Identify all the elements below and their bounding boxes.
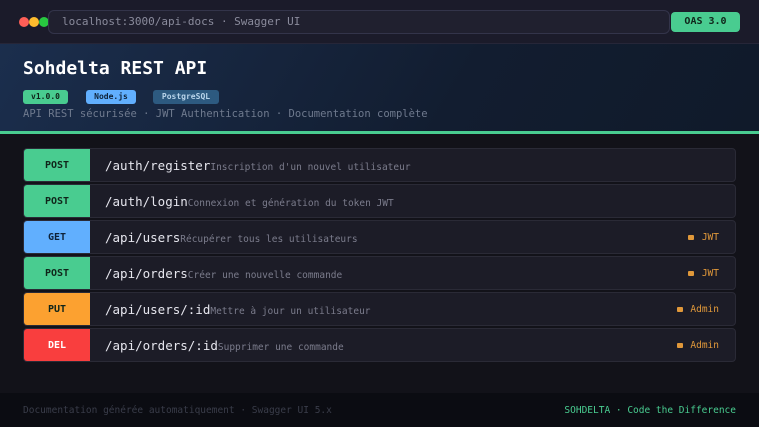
endpoint-row[interactable]: GET /api/usersRécupérer tous les utilisa… — [23, 220, 736, 254]
endpoint-description: Connexion et génération du token JWT — [187, 198, 394, 209]
api-header: Sohdelta REST API v1.0.0 Node.js Postgre… — [0, 44, 759, 134]
endpoint-path: /api/orders — [105, 266, 188, 281]
footer-brand: SOHDELTA · Code the Difference — [564, 405, 736, 416]
nodejs-tag: Node.js — [86, 90, 136, 104]
auth-requirement: JWT — [688, 257, 719, 289]
auth-label: Admin — [690, 340, 719, 351]
endpoint-path-wrap: /auth/registerInscription d'un nouvel ut… — [105, 149, 411, 181]
postgresql-tag: PostgreSQL — [153, 90, 219, 104]
method-badge: GET — [24, 221, 90, 253]
minimize-window-icon[interactable] — [29, 17, 39, 27]
lock-icon — [676, 343, 683, 348]
footer-note: Documentation générée automatiquement · … — [23, 405, 332, 416]
page-title: Sohdelta REST API — [23, 58, 208, 79]
endpoint-row[interactable]: DEL /api/orders/:idSupprimer une command… — [23, 328, 736, 362]
endpoint-description: Créer une nouvelle commande — [187, 270, 343, 281]
endpoint-path-wrap: /api/users/:idMettre à jour un utilisate… — [105, 293, 371, 325]
lock-icon — [688, 235, 695, 240]
endpoint-path-wrap: /api/usersRécupérer tous les utilisateur… — [105, 221, 358, 253]
endpoint-path: /api/users — [105, 230, 181, 245]
browser-bar: localhost:3000/api-docs · Swagger UI OAS… — [0, 0, 759, 44]
method-badge: PUT — [24, 293, 90, 325]
auth-label: JWT — [701, 232, 719, 243]
auth-requirement: Admin — [676, 329, 719, 361]
endpoint-path-wrap: /auth/loginConnexion et génération du to… — [105, 185, 394, 217]
auth-requirement: Admin — [676, 293, 719, 325]
endpoint-description: Supprimer une commande — [217, 342, 344, 353]
auth-label: JWT — [701, 268, 719, 279]
endpoint-row[interactable]: POST /api/ordersCréer une nouvelle comma… — [23, 256, 736, 290]
api-subtitle: API REST sécurisée · JWT Authentication … — [23, 108, 428, 120]
endpoint-path: /api/users/:id — [105, 302, 211, 317]
auth-label: Admin — [690, 304, 719, 315]
footer: Documentation générée automatiquement · … — [0, 393, 759, 427]
endpoint-path: /auth/register — [105, 158, 211, 173]
endpoint-path: /api/orders/:id — [105, 338, 218, 353]
endpoint-description: Inscription d'un nouvel utilisateur — [210, 162, 411, 173]
endpoint-description: Récupérer tous les utilisateurs — [180, 234, 358, 245]
lock-icon — [676, 307, 683, 312]
version-tag: v1.0.0 — [23, 90, 68, 104]
endpoint-row[interactable]: POST /auth/registerInscription d'un nouv… — [23, 148, 736, 182]
method-badge: DEL — [24, 329, 90, 361]
address-bar[interactable]: localhost:3000/api-docs · Swagger UI — [48, 10, 670, 34]
method-badge: POST — [24, 257, 90, 289]
oas-version-badge: OAS 3.0 — [671, 12, 740, 32]
endpoint-path: /auth/login — [105, 194, 188, 209]
endpoint-row[interactable]: POST /auth/loginConnexion et génération … — [23, 184, 736, 218]
lock-icon — [688, 271, 695, 276]
endpoint-path-wrap: /api/orders/:idSupprimer une commande — [105, 329, 344, 361]
endpoint-path-wrap: /api/ordersCréer une nouvelle commande — [105, 257, 343, 289]
method-badge: POST — [24, 149, 90, 181]
method-badge: POST — [24, 185, 90, 217]
auth-requirement: JWT — [688, 221, 719, 253]
endpoint-row[interactable]: PUT /api/users/:idMettre à jour un utili… — [23, 292, 736, 326]
endpoint-description: Mettre à jour un utilisateur — [210, 306, 371, 317]
close-window-icon[interactable] — [19, 17, 29, 27]
